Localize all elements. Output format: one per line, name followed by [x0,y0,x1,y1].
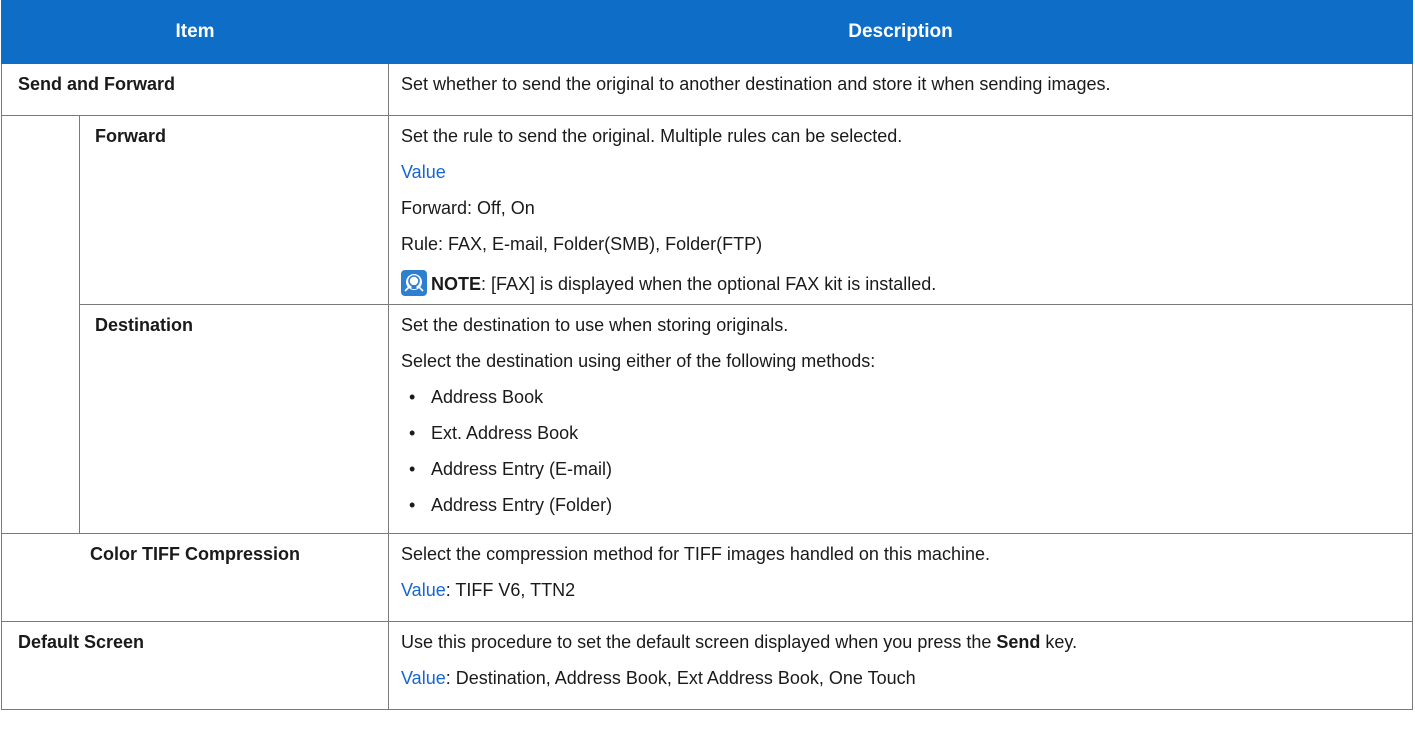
table-row: Forward Set the rule to send the origina… [1,115,1413,534]
indent-cell [1,115,80,534]
list-item: • Address Book [401,387,1400,408]
bullet-glyph: • [409,387,416,407]
table-row: Destination Set the destination to use w… [2,304,1413,534]
value-line: Value: Destination, Address Book, Ext Ad… [401,668,916,688]
table-row: Color TIFF Compression Select the compre… [0,533,1413,622]
table-row: Default Screen Use this procedure to set… [0,621,1413,710]
row-desc-forward: Set the rule to send the original. Multi… [388,115,1413,305]
value-label: Value [401,162,446,182]
row-item-forward: Forward [78,115,390,305]
value-label: Value [401,580,446,600]
list-item: • Ext. Address Book [401,423,1400,444]
bullet-glyph: • [409,423,416,443]
row-item-send-and-forward: Send and Forward [0,63,390,116]
desc-text: Use this procedure to set the default sc… [401,632,1078,652]
note-text: : [FAX] is displayed when the optional F… [481,274,937,294]
list-item: • Address Entry (Folder) [401,495,1400,516]
row-desc-color-tiff-compression: Select the compression method for TIFF i… [388,533,1413,622]
row-desc-send-and-forward: Set whether to send the original to anot… [388,63,1413,116]
desc-text: Select the destination using either of t… [401,351,876,371]
send-key-label: Send [996,632,1041,652]
note-lightbulb-icon [401,270,428,296]
value-line: Value: TIFF V6, TTN2 [401,580,576,600]
desc-text: Set the destination to use when storing … [401,315,789,335]
note: NOTE: [FAX] is displayed when the option… [401,270,1400,296]
settings-table: Item Description Send and Forward Set wh… [0,0,1413,710]
row-desc-default-screen: Use this procedure to set the default sc… [388,621,1413,710]
desc-text: Set the rule to send the original. Multi… [401,126,903,146]
row-item-default-screen: Default Screen [0,621,390,710]
bullet-glyph: • [409,495,416,515]
header-description: Description [388,0,1413,64]
desc-text: Forward: Off, On [401,198,535,218]
desc-text: Select the compression method for TIFF i… [401,544,990,564]
row-desc-destination: Set the destination to use when storing … [388,304,1413,534]
table-header-row: Item Description [0,0,1413,64]
row-item-color-tiff-compression: Color TIFF Compression [0,533,390,622]
list-item: • Address Entry (E-mail) [401,459,1400,480]
table-row: Send and Forward Set whether to send the… [0,63,1413,116]
header-item: Item [0,0,390,64]
value-label: Value [401,668,446,688]
note-bold: NOTE [431,274,482,294]
bullet-glyph: • [409,459,416,479]
row-item-destination: Destination [78,304,390,534]
desc-text: Set whether to send the original to anot… [401,74,1111,94]
desc-text: Rule: FAX, E-mail, Folder(SMB), Folder(F… [401,234,763,254]
